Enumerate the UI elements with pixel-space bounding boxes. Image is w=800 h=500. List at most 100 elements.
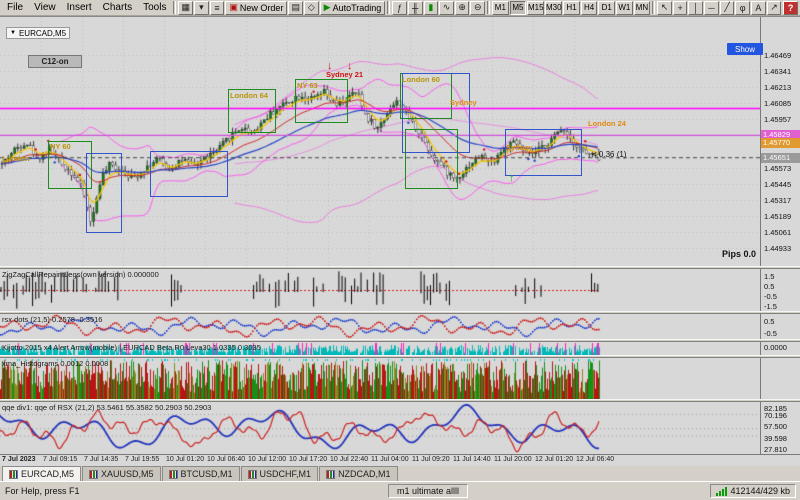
new-chart-icon[interactable]: ▦ (178, 1, 193, 15)
pips-label: Pips 0.0 (722, 249, 756, 259)
indicators-icon[interactable]: ƒ (392, 1, 407, 15)
timeframe-w1[interactable]: W1 (616, 1, 633, 15)
status-connection[interactable]: 412144/429 kb (710, 484, 796, 498)
price-axis-label: 1.46341 (764, 67, 791, 76)
autotrading-play-icon: ▶ (324, 2, 331, 13)
timeframe-m5[interactable]: M5 (510, 1, 527, 15)
session-box[interactable] (86, 153, 122, 233)
price-axis[interactable]: 1.464691.463411.462131.460851.459571.455… (760, 17, 800, 454)
pane-splitter[interactable] (0, 355, 800, 358)
arrows-icon[interactable]: ↗ (767, 1, 782, 15)
price-axis-label: 1.46213 (764, 83, 791, 92)
text-label-icon[interactable]: A (751, 1, 766, 15)
help-icon[interactable]: ? (783, 1, 798, 15)
fibonacci-icon[interactable]: φ (735, 1, 750, 15)
tab-nzdcad-m1[interactable]: NZDCAD,M1 (319, 466, 398, 481)
timeframe-h4[interactable]: H4 (581, 1, 598, 15)
market-watch-icon[interactable]: ≡ (210, 1, 225, 15)
autotrading-button[interactable]: ▶ AutoTrading (320, 1, 386, 15)
toolbar-separator (652, 1, 655, 14)
trendline-icon[interactable]: ╱ (720, 1, 735, 15)
session-label: NY 63 (297, 81, 318, 90)
zoom-in-icon[interactable]: ⊕ (455, 1, 470, 15)
pane-axis-label: 57.500 (764, 422, 787, 431)
terminal-icon[interactable]: ▤ (288, 1, 303, 15)
histogram-pane-canvas[interactable] (0, 358, 760, 399)
time-axis-label: 10 Jul 17:20 (289, 456, 327, 463)
tab-btcusd-m1[interactable]: BTCUSD,M1 (162, 466, 240, 481)
timeframe-d1[interactable]: D1 (598, 1, 615, 15)
session-box[interactable] (505, 129, 582, 176)
dropdown-icon: ▼ (10, 30, 16, 36)
menu-tools[interactable]: Tools (138, 2, 171, 13)
chart-line-icon[interactable]: ∿ (439, 1, 454, 15)
price-axis-label: 1.45189 (764, 212, 791, 221)
timeframe-m30[interactable]: M30 (545, 1, 562, 15)
show-button[interactable]: Show (727, 43, 763, 55)
tab-xauusd-m5[interactable]: XAUUSD,M5 (82, 466, 161, 481)
menu-charts[interactable]: Charts (98, 2, 137, 13)
price-axis-label: 1.44933 (764, 244, 791, 253)
time-axis-label: 11 Jul 14:40 (453, 456, 491, 463)
status-expert-box[interactable]: m1 ultimate allll (388, 484, 468, 498)
new-order-icon: ▣ (229, 2, 238, 13)
tab-label: XAUUSD,M5 (101, 469, 154, 479)
time-axis-label: 11 Jul 04:00 (371, 456, 409, 463)
time-axis-label: 11 Jul 20:00 (494, 456, 532, 463)
alert-arrow-pane-label: Kijotto 2015 x4 Alert Arrow(mobile) | EU… (2, 343, 261, 352)
price-axis-label: 1.46085 (764, 99, 791, 108)
pane-axis-label: -1.5 (764, 302, 777, 311)
dots-oscillator-pane-canvas[interactable] (0, 314, 760, 339)
timeframe-m1[interactable]: M1 (492, 1, 509, 15)
connection-signal-icon (716, 487, 727, 496)
time-axis-label: 12 Jul 06:40 (576, 456, 614, 463)
time-axis[interactable]: 7 Jul 20237 Jul 09:157 Jul 14:357 Jul 19… (0, 454, 800, 466)
time-axis-label: 10 Jul 22:40 (330, 456, 368, 463)
menu-insert[interactable]: Insert (62, 2, 97, 13)
tab-eurcad-m5[interactable]: EURCAD,M5 (2, 466, 81, 481)
menu-view[interactable]: View (29, 2, 61, 13)
tab-usdchf-m1[interactable]: USDCHF,M1 (241, 466, 319, 481)
toolbar: File View Insert Charts Tools ▦ ▾ ≡ ▣ Ne… (0, 0, 800, 16)
session-box[interactable] (405, 129, 458, 189)
timeframe-m15[interactable]: M15 (527, 1, 544, 15)
menu-file[interactable]: File (2, 2, 28, 13)
pane-axis-label: 0.0000 (764, 343, 787, 352)
time-axis-label: 12 Jul 01:20 (535, 456, 573, 463)
profiles-icon[interactable]: ▾ (194, 1, 209, 15)
cursor-icon[interactable]: ↖ (657, 1, 672, 15)
zigzag-pane-label: ZigZagCallRepaintLegs(own version) 0.000… (2, 270, 159, 279)
horizontal-line-icon[interactable]: ─ (704, 1, 719, 15)
vertical-line-icon[interactable]: │ (688, 1, 703, 15)
pane-axis-label: 27.810 (764, 445, 787, 454)
metaeditor-icon[interactable]: ◇ (304, 1, 319, 15)
pane-splitter[interactable] (0, 339, 800, 342)
pane-splitter[interactable] (0, 399, 800, 402)
signal-arrow-icon: ↓ (347, 61, 353, 71)
chart-candles-icon[interactable]: ▮ (424, 1, 439, 15)
c12-indicator-button[interactable]: C12-on (28, 55, 82, 68)
session-label: London 24 (588, 119, 626, 128)
chart-symbol-title[interactable]: ▼ EURCAD,M5 (6, 27, 70, 39)
histogram-pane-label: xma_Histograms 0.0012 0.0008 (2, 359, 108, 368)
chart-window: ZigZagCallRepaintLegs(own version) 0.000… (0, 16, 800, 465)
time-axis-label: 7 Jul 09:15 (43, 456, 77, 463)
pane-axis-label: 0.5 (764, 282, 774, 291)
new-order-button[interactable]: ▣ New Order (225, 1, 287, 15)
timeframe-mn[interactable]: MN (634, 1, 651, 15)
chart-thumb-icon (89, 470, 98, 479)
pane-splitter[interactable] (0, 311, 800, 314)
chart-bars-icon[interactable]: ╫ (408, 1, 423, 15)
session-box[interactable] (150, 151, 228, 197)
pane-axis-label: -0.5 (764, 292, 777, 301)
crosshair-icon[interactable]: + (673, 1, 688, 15)
session-label: Sydney (506, 143, 533, 152)
status-bar: For Help, press F1 m1 ultimate allll 412… (0, 481, 800, 500)
pane-splitter[interactable] (0, 266, 800, 269)
timeframe-h1[interactable]: H1 (563, 1, 580, 15)
zoom-out-icon[interactable]: ⊖ (470, 1, 485, 15)
qqe-pane-label: qqe div1: qqe of RSX (21,2) 53.5461 55.3… (2, 403, 211, 412)
toolbar-separator (387, 1, 390, 14)
price-axis-label: 1.45445 (764, 180, 791, 189)
dots-pane-label: rsx dots (21,5) 0.2578 -0.3516 (2, 315, 102, 324)
